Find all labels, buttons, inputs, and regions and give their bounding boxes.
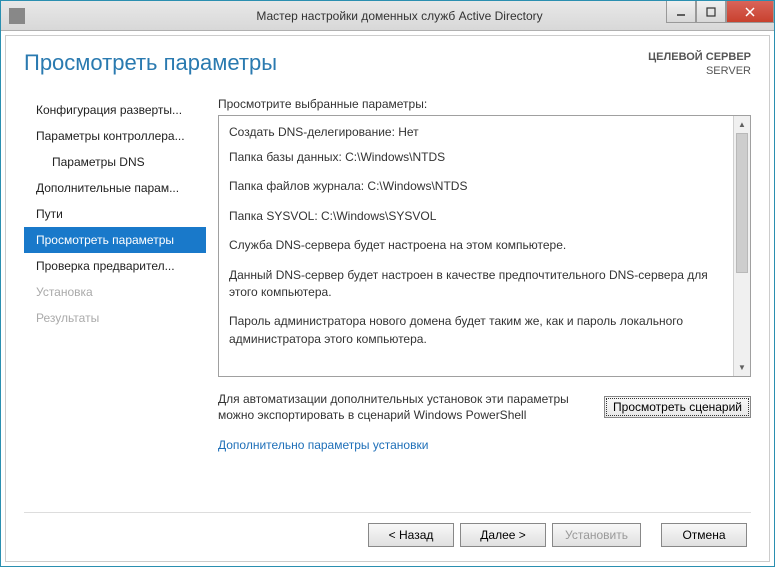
sidebar-item-review-options[interactable]: Просмотреть параметры — [24, 227, 206, 253]
export-row: Для автоматизации дополнительных установ… — [218, 391, 751, 425]
main-panel: Просмотрите выбранные параметры: Создать… — [218, 97, 751, 502]
sidebar-item-paths[interactable]: Пути — [24, 201, 206, 227]
wizard-sidebar: Конфигурация разверты... Параметры контр… — [24, 97, 206, 502]
next-button[interactable]: Далее > — [460, 523, 546, 547]
scroll-thumb[interactable] — [736, 133, 748, 273]
sidebar-item-dc-options[interactable]: Параметры контроллера... — [24, 123, 206, 149]
export-text: Для автоматизации дополнительных установ… — [218, 391, 592, 425]
view-script-button[interactable]: Просмотреть сценарий — [604, 396, 751, 418]
review-line: Служба DNS-сервера будет настроена на эт… — [229, 237, 723, 254]
review-line: Папка файлов журнала: C:\Windows\NTDS — [229, 178, 723, 195]
review-line: Папка базы данных: C:\Windows\NTDS — [229, 149, 723, 166]
scroll-down-button[interactable]: ▼ — [734, 359, 750, 376]
review-line: Папка SYSVOL: C:\Windows\SYSVOL — [229, 208, 723, 225]
close-button[interactable] — [726, 1, 774, 23]
maximize-button[interactable] — [696, 1, 726, 23]
cancel-button[interactable]: Отмена — [661, 523, 747, 547]
page-title: Просмотреть параметры — [24, 50, 277, 76]
sidebar-item-prereq-check[interactable]: Проверка предварител... — [24, 253, 206, 279]
header-row: Просмотреть параметры ЦЕЛЕВОЙ СЕРВЕР SER… — [24, 50, 751, 79]
scroll-track-area[interactable] — [734, 133, 750, 359]
back-button[interactable]: < Назад — [368, 523, 454, 547]
app-icon — [9, 8, 25, 24]
window-frame: Мастер настройки доменных служб Active D… — [0, 0, 775, 567]
review-box: Создать DNS-делегирование: Нет Папка баз… — [219, 116, 733, 376]
target-server: ЦЕЛЕВОЙ СЕРВЕР SERVER — [648, 50, 751, 79]
sidebar-item-installation: Установка — [24, 279, 206, 305]
more-options-link[interactable]: Дополнительно параметры установки — [218, 438, 751, 452]
titlebar-buttons — [666, 1, 774, 23]
sidebar-item-dns-options[interactable]: Параметры DNS — [24, 149, 206, 175]
titlebar: Мастер настройки доменных служб Active D… — [1, 1, 774, 31]
dialog-body: Просмотреть параметры ЦЕЛЕВОЙ СЕРВЕР SER… — [1, 31, 774, 566]
review-line: Данный DNS-сервер будет настроен в качес… — [229, 267, 723, 302]
target-server-value: SERVER — [648, 64, 751, 78]
sidebar-item-deployment-config[interactable]: Конфигурация разверты... — [24, 97, 206, 123]
review-line: Пароль администратора нового домена буде… — [229, 313, 723, 348]
dialog-inner: Просмотреть параметры ЦЕЛЕВОЙ СЕРВЕР SER… — [5, 35, 770, 562]
review-box-wrap: Создать DNS-делегирование: Нет Папка баз… — [218, 115, 751, 377]
minimize-button[interactable] — [666, 1, 696, 23]
review-line: Создать DNS-делегирование: Нет — [229, 124, 723, 141]
sidebar-item-additional-options[interactable]: Дополнительные парам... — [24, 175, 206, 201]
button-row: < Назад Далее > Установить Отмена — [24, 512, 751, 551]
install-button: Установить — [552, 523, 641, 547]
content-row: Конфигурация разверты... Параметры контр… — [24, 97, 751, 502]
target-server-label: ЦЕЛЕВОЙ СЕРВЕР — [648, 50, 751, 64]
scrollbar[interactable]: ▲ ▼ — [733, 116, 750, 376]
window-title: Мастер настройки доменных служб Active D… — [25, 9, 774, 23]
scroll-up-button[interactable]: ▲ — [734, 116, 750, 133]
review-label: Просмотрите выбранные параметры: — [218, 97, 751, 111]
sidebar-item-results: Результаты — [24, 305, 206, 331]
